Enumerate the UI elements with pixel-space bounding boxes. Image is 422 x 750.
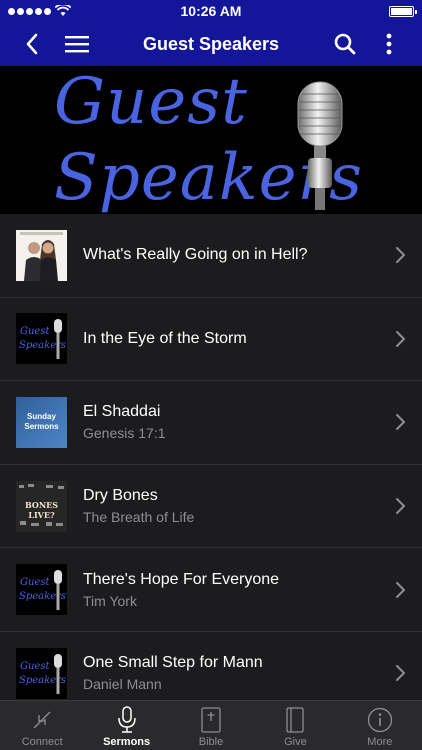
thumb-text: Sermons [24,421,59,431]
tab-label: Sermons [103,736,151,748]
tab-bible[interactable]: Bible [169,701,253,750]
tab-sermons[interactable]: Sermons [84,701,168,750]
menu-button[interactable] [62,22,92,66]
connect-icon [27,706,57,734]
tab-label: Bible [198,736,224,748]
item-thumbnail: BONES LIVE? [16,480,67,532]
chevron-left-icon [26,33,38,55]
item-title: One Small Step for Mann [83,654,263,672]
item-thumbnail: Guest Speakers [16,564,67,616]
tab-connect[interactable]: Connect [0,701,84,750]
status-bar: 10:26 AM [0,0,422,22]
banner-title-line1: Guest [54,66,248,139]
item-subtitle: Genesis 17:1 [83,425,166,442]
list-item[interactable]: What's Really Going on in Hell? [0,214,422,298]
item-thumbnail: Guest Speakers [16,313,67,365]
sermon-list: What's Really Going on in Hell? Guest Sp… [0,214,422,700]
list-item[interactable]: Sunday Sermons El Shaddai Genesis 17:1 [0,381,422,465]
item-thumbnail [16,229,67,281]
item-title: In the Eye of the Storm [83,329,247,347]
item-title: El Shaddai [83,403,161,421]
bible-icon [196,706,226,734]
list-item[interactable]: Guest Speakers In the Eye of the Storm [0,298,422,382]
chevron-right-icon [396,665,405,682]
microphone-icon [112,706,142,734]
item-thumbnail: Guest Speakers [16,647,67,699]
item-text: In the Eye of the Storm [83,330,382,348]
hamburger-icon [65,36,89,53]
tab-more[interactable]: More [338,701,422,750]
info-icon [365,706,395,734]
tab-bar: Connect Sermons Bible Give More [0,700,422,750]
more-options-button[interactable] [378,22,400,66]
navigation-bar: Guest Speakers [0,22,422,66]
tab-label: Give [284,736,307,748]
microphone-icon [297,81,343,210]
list-item[interactable]: Guest Speakers One Small Step for Mann D… [0,632,422,700]
thumb-text: Guest [20,660,50,672]
item-title: Dry Bones [83,487,158,505]
chevron-right-icon [396,330,405,347]
item-text: One Small Step for Mann Daniel Mann [83,654,382,692]
item-thumbnail: Sunday Sermons [16,396,67,448]
list-item[interactable]: Guest Speakers There's Hope For Everyone… [0,548,422,632]
item-title: There's Hope For Everyone [83,570,280,588]
chevron-right-icon [396,247,405,264]
list-item[interactable]: BONES LIVE? Dry Bones The Breath of Life [0,465,422,549]
item-title: What's Really Going on in Hell? [83,246,308,264]
thumb-text: Guest [20,326,50,338]
status-time: 10:26 AM [180,3,242,19]
tab-label: More [367,736,393,748]
item-text: What's Really Going on in Hell? [83,246,382,264]
give-icon [280,706,310,734]
back-button[interactable] [14,22,50,66]
battery-icon [389,5,417,17]
item-subtitle: The Breath of Life [83,509,195,526]
header-banner: Guest Speakers [0,66,422,214]
thumb-text: Sunday [27,411,56,421]
chevron-right-icon [396,581,405,598]
item-subtitle: Daniel Mann [83,676,162,693]
item-text: Dry Bones The Breath of Life [83,487,382,525]
search-icon [334,33,356,55]
tab-label: Connect [21,736,63,748]
thumb-text: Guest [20,577,50,589]
thumb-text: BONES LIVE? [24,499,59,520]
item-subtitle: Tim York [83,592,137,609]
chevron-right-icon [396,414,405,431]
vertical-dots-icon [386,33,392,55]
item-text: El Shaddai Genesis 17:1 [83,403,382,441]
item-text: There's Hope For Everyone Tim York [83,571,382,609]
search-button[interactable] [330,22,360,66]
tab-give[interactable]: Give [253,701,337,750]
chevron-right-icon [396,498,405,515]
